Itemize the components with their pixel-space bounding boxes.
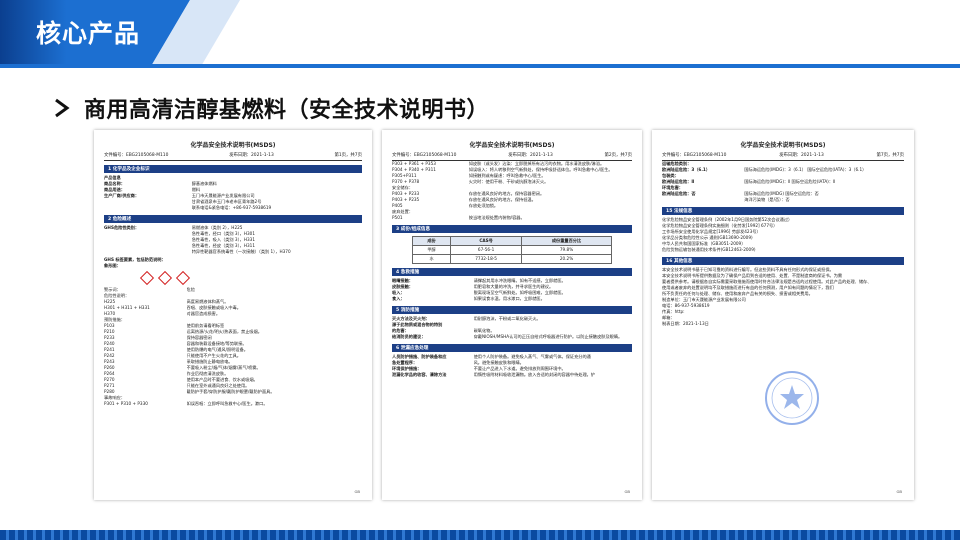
table-header-cell: 成份: [411, 235, 452, 246]
doc-date: 发布日期：2021-1-13: [508, 153, 553, 158]
doc-footer: GB: [624, 489, 630, 494]
row-value: 海洋污染物（是/否）：否: [744, 196, 790, 202]
msds-page-2: 化学品安全技术说明书(MSDS) 文件编号：EBG2105068-M110 发布…: [382, 130, 642, 500]
row-key: [662, 197, 744, 203]
table-header-cell: 成份重量百分比: [521, 235, 612, 246]
section-heading: 5 消防措施: [392, 305, 632, 314]
row-value: 特异性靶器官系统毒性（一次接触）（类别 1），H370: [191, 248, 291, 254]
table-cell: 甲醇: [411, 244, 452, 255]
row-value: 按当地法规处置内装物/容器。: [468, 214, 525, 220]
row-key: [104, 205, 192, 211]
doc-number: 文件编号：EBG2105068-M110: [104, 153, 169, 158]
doc-number: 文件编号：EBG2105068-M110: [662, 153, 727, 158]
row-key: P501: [392, 214, 403, 220]
health-hazard-icon: [175, 270, 191, 285]
doc-row: 联系电话&紧急电话：+86-937-5938619: [94, 205, 372, 211]
section-heading: 4 急救措施: [392, 267, 632, 276]
row-value: 联系电话&紧急电话：+86-937-5938619: [191, 204, 272, 210]
doc1-content: 1 化学品及企业标识 产品信息 商品名称： 醇基液体燃料 商品用途： 燃料 生产厂商/供应商…: [94, 164, 372, 407]
msds-page-7: 化学品安全技术说明书(MSDS) 文件编号：EBG2105068-M110 发布…: [652, 130, 914, 500]
table-header-row: 成份 CAS号 成份重量百分比: [411, 235, 612, 246]
row-value: 如误吞咽：立即呼叫急救中心/医生。漱口。: [186, 400, 268, 406]
doc-row: P301 + P310 + P330 如误吞咽：立即呼叫急救中心/医生。漱口。: [94, 401, 372, 407]
doc-row: P501 按当地法规处置内装物/容器。: [382, 215, 642, 221]
row-key: 食入：: [392, 295, 405, 301]
row-key: [104, 249, 192, 255]
doc-meta: 文件编号：EBG2105068-M110 发布日期：2021-1-13 第7页，…: [652, 149, 914, 158]
doc-row: 食入： 如果误食水温，用水漱口，立即就医。: [382, 296, 642, 302]
section-heading: 6 泄漏应急处理: [392, 343, 632, 352]
bottom-stripe: [0, 530, 960, 540]
section-heading: 16 其他信息: [662, 256, 904, 265]
doc-footer: GB: [354, 489, 360, 494]
doc-row: 给消防员的建议： 穿戴NIOSH/MSHA认可的正压自给式呼吸器进行防护。以防止接…: [382, 334, 642, 340]
ghs-pictograms: [94, 269, 372, 287]
table-cell: 20.2%: [521, 253, 612, 264]
section-heading: 15 法规信息: [662, 206, 904, 215]
doc-date: 发布日期：2021-1-13: [229, 153, 274, 158]
doc-number: 文件编号：EBG2105068-M110: [392, 153, 457, 158]
doc-line: 制表日期：2021-1-13日: [662, 320, 709, 326]
subtitle-row: 商用高清洁醇基燃料（安全技术说明书）: [54, 92, 489, 124]
row-key: 给消防员的建议：: [392, 333, 426, 339]
doc-meta: 文件编号：EBG2105068-M110 发布日期：2021-1-13 第2页，…: [382, 149, 642, 158]
doc2-content: P303 + P361 + P353 如皮肤（或头发）沾染：立即脱掉所有沾污的衣物…: [382, 161, 642, 378]
doc-rule: [104, 160, 362, 161]
table-cell: 79.8%: [521, 244, 612, 255]
composition-table: 成份 CAS号 成份重量百分比 甲醇 67-56-1 79.8% 水 7732-18-5 20.…: [411, 235, 612, 264]
doc-footer: GB: [896, 489, 902, 494]
section-heading: 2 危险概述: [104, 214, 362, 223]
header-banner: 核心产品: [0, 0, 960, 68]
table-header-cell: CAS号: [450, 235, 523, 246]
doc3-content: 运输危险类别： 欧洲陆运危险：3（6.1） 国际海运危险(IMDG)：3（6.1） …: [652, 161, 914, 327]
flame-icon: [139, 270, 155, 285]
row-key: 泄漏化学品的收容、清除方法: [392, 371, 447, 377]
doc-title: 化学品安全技术说明书(MSDS): [740, 142, 826, 149]
doc-title: 化学品安全技术说明书(MSDS): [469, 142, 555, 149]
doc-page: 第1页，共7页: [334, 153, 362, 158]
table-cell: 67-56-1: [450, 244, 523, 255]
doc-page: 第2页，共7页: [604, 153, 632, 158]
table-cell: 水: [411, 253, 452, 264]
section-heading: 3 成份/组成信息: [392, 224, 632, 233]
table-cell: 7732-18-5: [450, 253, 523, 264]
skull-icon: [157, 270, 173, 285]
table-row: 甲醇 67-56-1 79.8%: [411, 244, 612, 255]
row-key: P301 + P310 + P330: [104, 400, 148, 406]
doc-row: 海洋污染物（是/否）：否: [652, 197, 914, 203]
doc-page: 第7页，共7页: [876, 153, 904, 158]
doc-title: 化学品安全技术说明书(MSDS): [190, 142, 276, 149]
row-value: 穿戴NIOSH/MSHA认可的正压自给式呼吸器进行防护。以防止接触皮肤及眼睛。: [473, 333, 623, 339]
doc-date: 发布日期：2021-1-13: [779, 153, 824, 158]
row-value: 用惰性吸附材料吸收泄漏物。放入合适的封闭的容器中待处理。铲: [473, 371, 596, 377]
page-title: 核心产品: [36, 19, 141, 48]
header-background: [0, 0, 960, 68]
section-subtitle: 商用高清洁醇基燃料（安全技术说明书）: [84, 98, 490, 123]
triangle-arrow-icon: [55, 98, 70, 118]
doc-row: 特异性靶器官系统毒性（一次接触）（类别 1），H370: [94, 249, 372, 255]
msds-page-1: 化学品安全技术说明书(MSDS) 文件编号：EBG2105068-M110 发布…: [94, 130, 372, 500]
section-heading: 1 化学品及企业标识: [104, 164, 362, 173]
doc-line: 危险货物运输包装通用技术条件(GB12463-2009): [662, 246, 756, 252]
row-value: 如果误食水温，用水漱口，立即就医。: [473, 295, 545, 301]
company-seal-stamp: [765, 371, 819, 425]
table-row: 水 7732-18-5 20.2%: [411, 253, 612, 264]
doc-meta: 文件编号：EBG2105068-M110 发布日期：2021-1-13 第1页，…: [94, 149, 372, 158]
doc-row: 泄漏化学品的收容、清除方法 用惰性吸附材料吸收泄漏物。放入合适的封闭的容器中待处理…: [382, 372, 642, 378]
